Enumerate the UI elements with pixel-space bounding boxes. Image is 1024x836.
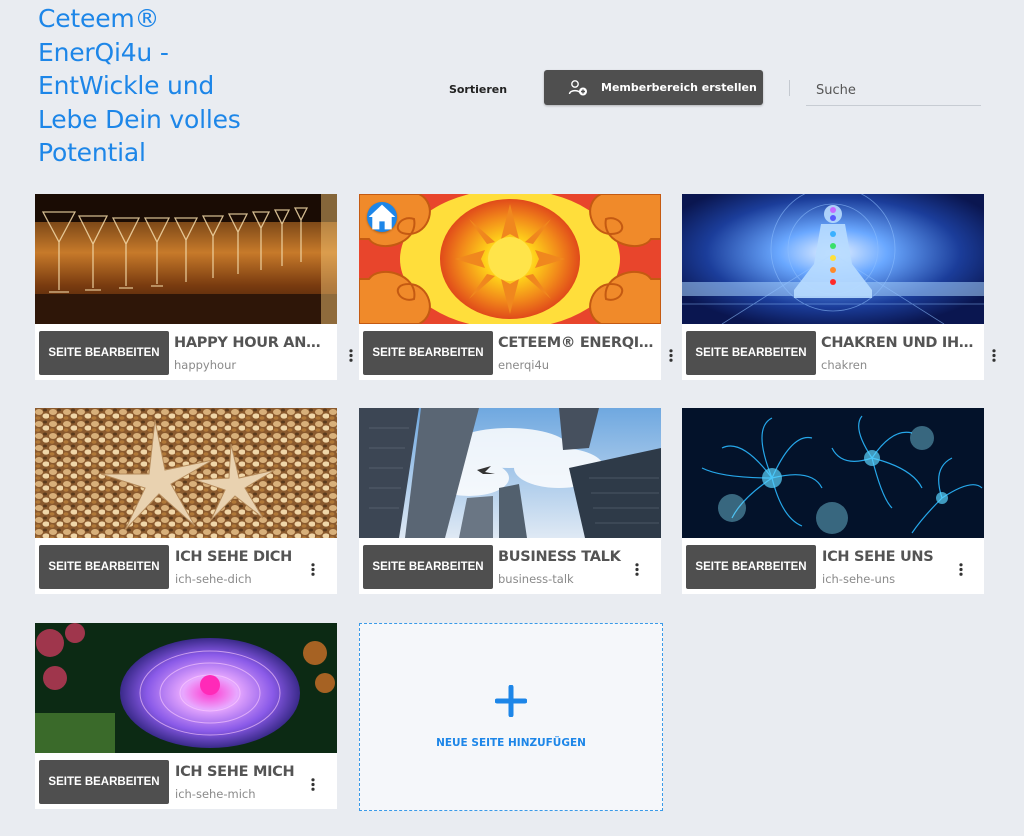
edit-page-button[interactable]: SEITE BEARBEITEN bbox=[39, 331, 169, 375]
page-thumbnail[interactable] bbox=[35, 194, 337, 324]
user-add-icon bbox=[568, 79, 587, 95]
page-thumbnail[interactable] bbox=[35, 408, 337, 538]
edit-page-button[interactable]: SEITE BEARBEITEN bbox=[39, 545, 169, 589]
page-slug: chakren bbox=[821, 358, 868, 372]
page-card-enerqi4u: SEITE BEARBEITEN CETEEM® ENERQI4U enerqi… bbox=[359, 194, 673, 380]
sort-button[interactable]: Sortieren bbox=[446, 78, 510, 100]
more-vertical-icon bbox=[992, 348, 996, 362]
page-card-chakren: SEITE BEARBEITEN CHAKREN UND IHRE BEDEUT… bbox=[682, 194, 996, 380]
plus-icon bbox=[495, 685, 527, 717]
more-options-button[interactable] bbox=[629, 559, 645, 579]
page-thumbnail[interactable] bbox=[35, 623, 337, 753]
page-slug: business-talk bbox=[498, 572, 574, 586]
more-options-button[interactable] bbox=[343, 345, 359, 365]
page-thumbnail[interactable] bbox=[682, 194, 984, 324]
home-page-badge bbox=[367, 202, 397, 232]
page-title: CHAKREN UND IHRE BEDEUTUNG bbox=[821, 335, 977, 351]
page-title: HAPPY HOUR ANGEBOTE bbox=[174, 335, 330, 351]
page-card-happyhour: SEITE BEARBEITEN HAPPY HOUR ANGEBOTE hap… bbox=[35, 194, 353, 380]
edit-page-button[interactable]: SEITE BEARBEITEN bbox=[39, 760, 169, 804]
more-vertical-icon bbox=[959, 562, 963, 576]
page-thumbnail[interactable] bbox=[682, 408, 984, 538]
page-card-ich-sehe-mich: SEITE BEARBEITEN ICH SEHE MICH ich-sehe-… bbox=[35, 623, 337, 809]
page-slug: ich-sehe-dich bbox=[175, 572, 252, 586]
more-options-button[interactable] bbox=[305, 774, 321, 794]
search-box bbox=[806, 76, 986, 106]
page-slug: ich-sehe-mich bbox=[175, 787, 256, 801]
create-member-area-button[interactable]: Memberbereich erstellen bbox=[544, 70, 763, 105]
page-card-ich-sehe-uns: SEITE BEARBEITEN ICH SEHE UNS ich-sehe-u… bbox=[682, 408, 984, 594]
page-card-business-talk: SEITE BEARBEITEN BUSINESS TALK business-… bbox=[359, 408, 661, 594]
add-new-page-label: NEUE SEITE HINZUFÜGEN bbox=[436, 737, 586, 749]
more-vertical-icon bbox=[311, 562, 315, 576]
page-title: CETEEM® ENERQI4U bbox=[498, 335, 654, 351]
page-slug: enerqi4u bbox=[498, 358, 550, 372]
more-options-button[interactable] bbox=[953, 559, 969, 579]
blue-anemones-image bbox=[682, 408, 984, 538]
cocktail-glasses-image bbox=[35, 194, 337, 324]
page-slug: ich-sehe-uns bbox=[822, 572, 896, 586]
more-vertical-icon bbox=[669, 348, 673, 362]
create-member-area-label: Memberbereich erstellen bbox=[601, 81, 757, 94]
pink-coral-image bbox=[35, 623, 337, 753]
more-vertical-icon bbox=[311, 777, 315, 791]
edit-page-button[interactable]: SEITE BEARBEITEN bbox=[686, 545, 816, 589]
page-thumbnail[interactable] bbox=[359, 194, 661, 324]
more-options-button[interactable] bbox=[986, 345, 1002, 365]
add-new-page-card[interactable]: NEUE SEITE HINZUFÜGEN bbox=[359, 623, 663, 811]
search-input[interactable] bbox=[816, 83, 986, 98]
edit-page-button[interactable]: SEITE BEARBEITEN bbox=[363, 331, 493, 375]
toolbar-divider bbox=[789, 80, 790, 96]
meditation-chakras-image bbox=[682, 194, 984, 324]
more-vertical-icon bbox=[635, 562, 639, 576]
site-title: Ceteem® EnerQi4u - EntWickle und Lebe De… bbox=[38, 4, 241, 167]
edit-page-button[interactable]: SEITE BEARBEITEN bbox=[686, 331, 816, 375]
page-slug: happyhour bbox=[174, 358, 237, 372]
more-vertical-icon bbox=[349, 348, 353, 362]
page-card-ich-sehe-dich: SEITE BEARBEITEN ICH SEHE DICH ich-sehe-… bbox=[35, 408, 337, 594]
home-icon bbox=[368, 204, 396, 230]
edit-page-button[interactable]: SEITE BEARBEITEN bbox=[363, 545, 493, 589]
more-options-button[interactable] bbox=[663, 345, 679, 365]
orange-sun-swirl-image bbox=[359, 194, 661, 324]
more-options-button[interactable] bbox=[305, 559, 321, 579]
skyscrapers-sky-image bbox=[359, 408, 661, 538]
starfish-shells-image bbox=[35, 408, 337, 538]
page-thumbnail[interactable] bbox=[359, 408, 661, 538]
